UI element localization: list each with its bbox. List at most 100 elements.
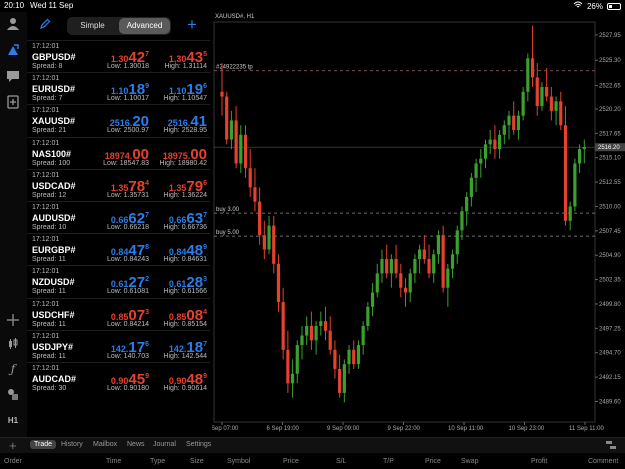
quote-low: Low: 0.84243 <box>106 256 149 264</box>
quote-low: Low: 140.703 <box>106 352 149 360</box>
candle-body <box>493 139 497 150</box>
quote-symbol: NAS100# <box>32 148 72 159</box>
quote-row[interactable]: 17:12:01 AUDUSD# Spread: 10 0.66627 0.66… <box>27 200 210 233</box>
quote-time: 17:12:01 <box>32 332 60 340</box>
quote-spread: Spread: 8 <box>32 63 63 70</box>
simple-mode-button[interactable]: Simple <box>67 17 118 35</box>
candle-body <box>286 349 290 384</box>
current-price-label: 2516.20 <box>598 145 620 151</box>
tab-settings[interactable]: Settings <box>186 441 211 448</box>
x-tick-label: 10 Sep 11:00 <box>448 426 484 432</box>
quote-time: 17:12:01 <box>32 43 60 50</box>
quote-time: 17:12:01 <box>32 300 60 308</box>
candle-body <box>319 321 323 326</box>
column-price[interactable]: Price <box>283 458 299 465</box>
column-symbol[interactable]: Symbol <box>227 458 250 465</box>
candle-body <box>225 96 229 140</box>
add-symbol-plus-icon[interactable]: + <box>187 15 197 35</box>
new-order-icon[interactable] <box>5 94 21 110</box>
candle-body <box>328 330 332 350</box>
market-watch-icon[interactable] <box>5 42 21 58</box>
candle-body <box>582 147 586 150</box>
status-right: 26% <box>573 1 621 11</box>
candle-body <box>234 120 238 164</box>
column-type[interactable]: Type <box>150 458 165 465</box>
add-icon[interactable]: + <box>9 438 17 453</box>
tab-trade[interactable]: Trade <box>30 440 57 449</box>
crosshair-icon[interactable] <box>5 312 21 328</box>
column-profit[interactable]: Profit <box>531 458 547 465</box>
column-swap[interactable]: Swap <box>461 458 479 465</box>
account-icon[interactable] <box>5 16 21 32</box>
quote-spread: Spread: 30 <box>32 384 67 392</box>
quote-symbol: USDCHF# <box>32 309 75 320</box>
column-price-current[interactable]: Price <box>425 458 441 465</box>
ask-price-pip: 6 <box>203 179 207 187</box>
view-mode-segmented-control: Simple Advanced <box>67 17 171 35</box>
y-tick-label: 2492.15 <box>599 375 621 381</box>
quote-row[interactable]: 17:12:01 USDCHF# Spread: 11 0.85073 0.85… <box>27 297 210 330</box>
candle-body <box>545 86 549 97</box>
status-date: Wed 11 Sep <box>30 1 74 10</box>
candle-body <box>375 273 379 293</box>
quote-row[interactable]: 17:12:01 AUDCAD# Spread: 30 0.90459 0.90… <box>27 361 210 394</box>
quote-row[interactable]: 17:12:01 USDCAD# Spread: 12 1.35784 1.35… <box>27 168 210 201</box>
chart-type-icon[interactable] <box>5 336 21 352</box>
candle-body <box>229 120 234 140</box>
candle-body <box>502 125 506 135</box>
column-time[interactable]: Time <box>106 458 121 465</box>
ask-price-pip: 7 <box>203 340 207 348</box>
candle-body <box>568 206 572 221</box>
price-chart[interactable]: 2527.95 2525.30 2522.65 2520.20 2517.65 2515.… <box>212 12 625 437</box>
column-sl[interactable]: S/L <box>336 458 347 465</box>
quote-symbol: EURGBP# <box>32 245 76 256</box>
quote-low: Low: 0.61081 <box>106 288 149 296</box>
advanced-mode-button[interactable]: Advanced <box>119 18 170 34</box>
quote-time: 17:12:01 <box>32 139 60 147</box>
y-tick-label: 2502.35 <box>599 278 621 284</box>
candle-body <box>432 254 436 274</box>
quote-high: High: 0.90614 <box>163 384 207 392</box>
candle-body <box>305 325 309 336</box>
quote-row[interactable]: 17:12:01 NZDUSD# Spread: 11 0.61272 0.61… <box>27 265 210 297</box>
quote-row[interactable]: 17:12:01 EURUSD# Spread: 7 1.10189 1.101… <box>27 72 210 104</box>
candle-body <box>366 306 370 326</box>
column-size[interactable]: Size <box>190 458 204 465</box>
quote-high: High: 0.66736 <box>163 223 207 231</box>
quote-low: Low: 18547.83 <box>103 159 149 167</box>
quote-spread: Spread: 21 <box>32 127 67 135</box>
quote-row[interactable]: 17:12:01 NAS100# Spread: 100 18974.00 18… <box>27 136 210 169</box>
candle-body <box>446 268 450 288</box>
chat-icon[interactable] <box>5 68 21 84</box>
edit-pencil-icon[interactable] <box>39 18 51 33</box>
quote-time: 17:12:01 <box>32 236 60 244</box>
tab-mailbox[interactable]: Mailbox <box>93 441 117 448</box>
tab-news[interactable]: News <box>127 441 145 448</box>
quote-row[interactable]: 17:12:01 USDJPY# Spread: 11 142.176 142.… <box>27 329 210 362</box>
timeframe-h1-icon[interactable]: H1 <box>5 412 21 428</box>
candle-body <box>309 325 313 341</box>
x-tick-label: 9 Sep 09:00 <box>327 426 360 432</box>
candle-body <box>507 115 511 126</box>
quote-row[interactable]: 17:12:01 GBPUSD# Spread: 8 1.30427 1.304… <box>27 40 210 72</box>
quote-row[interactable]: 17:12:01 EURGBP# Spread: 11 0.84478 0.84… <box>27 233 210 265</box>
candle-body <box>243 134 248 169</box>
indicators-icon[interactable]: ƒ <box>5 361 21 377</box>
quote-high: High: 0.84631 <box>163 256 207 264</box>
column-order[interactable]: Order <box>4 458 22 465</box>
chart-canvas[interactable]: 2527.95 2525.30 2522.65 2520.20 2517.65 2515.… <box>212 12 625 437</box>
tab-history[interactable]: History <box>61 441 83 448</box>
column-tp[interactable]: T/P <box>383 458 394 465</box>
candle-body <box>418 249 422 260</box>
candle-body <box>342 364 346 393</box>
quote-row[interactable]: 17:12:01 XAUUSD# Spread: 21 2516.20 2516… <box>27 104 210 136</box>
quote-high: High: 1.36224 <box>163 191 207 199</box>
candle-body <box>469 177 473 197</box>
objects-icon[interactable] <box>5 386 21 402</box>
tab-journal[interactable]: Journal <box>153 441 176 448</box>
column-comment[interactable]: Comment <box>588 458 618 465</box>
layout-toggle-icon[interactable] <box>605 440 617 453</box>
wifi-icon <box>573 1 583 11</box>
y-tick-label: 2494.70 <box>599 351 621 357</box>
quotes-panel: Simple Advanced + 17:12:01 GBPUSD# Sprea… <box>27 12 210 440</box>
